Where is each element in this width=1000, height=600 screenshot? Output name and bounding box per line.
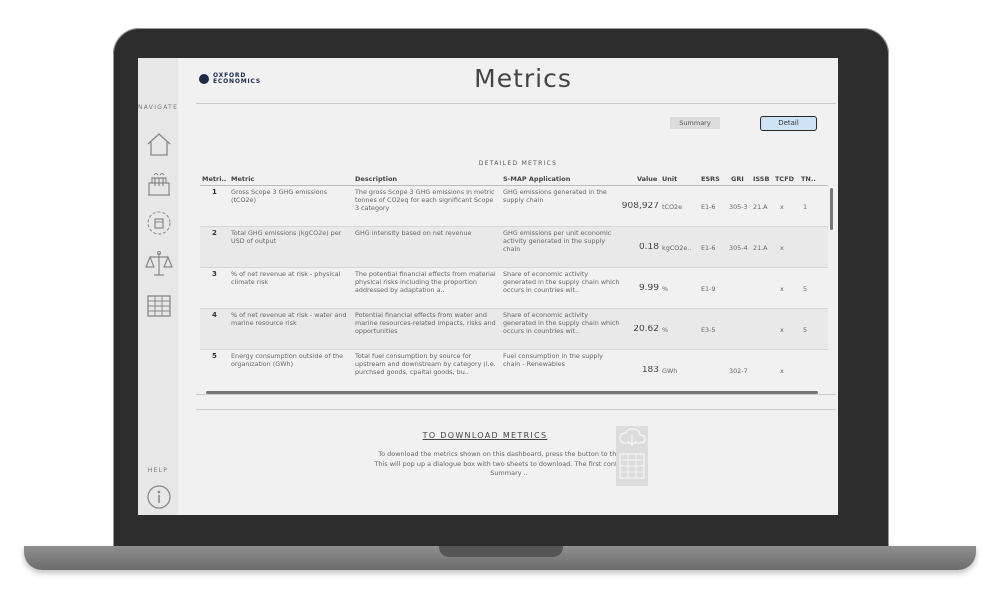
metric-cell: Energy consumption outside of the organi… [231,352,344,368]
issb-cell: 21.A [753,203,768,211]
factory-icon[interactable] [144,169,174,199]
gri-cell: 305-4 [729,244,748,252]
oxford-economics-logo: OXFORD ECONOMICS [199,68,269,90]
table-icon[interactable] [144,291,174,321]
description-cell: The gross Scope 3 GHG emissions in metri… [355,188,495,212]
section-divider [196,409,836,410]
row-id: 3 [212,270,217,278]
detail-button[interactable]: Detail [760,116,817,131]
row-id: 4 [212,311,217,319]
column-header[interactable]: TCFD [775,175,794,183]
tcfd-cell: x [780,367,784,375]
esrs-cell: E1-6 [701,244,716,252]
description-cell: Total fuel consumption by source for ups… [355,352,496,376]
column-header[interactable]: GRI [731,175,744,183]
column-header[interactable]: Value [637,175,657,183]
unit-cell: kgCO2e.. [662,244,692,252]
table-row[interactable]: 3 % of net revenue at risk - physical cl… [200,268,828,309]
value-cell: 0.18 [638,243,659,251]
column-header[interactable]: ISSB [753,175,769,183]
scrollbar-track [196,394,836,395]
tcfd-cell: x [780,326,784,334]
tcfd-cell: x [780,203,784,211]
column-header[interactable]: ESRS [701,175,720,183]
info-icon[interactable] [144,482,174,512]
description-cell: The potential financial effects from mat… [355,270,496,294]
esrs-cell: E1-6 [701,203,716,211]
description-cell: GHG intensity based on net revenue [355,229,472,237]
table-row[interactable]: 1 Gross Scope 3 GHG emissions (tCO2e) Th… [200,186,828,227]
download-spreadsheet-icon[interactable] [616,426,648,486]
laptop-notch [439,546,563,557]
row-id: 5 [212,352,217,360]
column-header[interactable]: TN.. [801,175,816,183]
tcfd-cell: x [780,285,784,293]
metric-cell: % of net revenue at risk - physical clim… [231,270,341,286]
vertical-scrollbar[interactable] [830,188,833,230]
column-header[interactable]: Metric [231,175,254,183]
description-cell: Potential financial effects from water a… [355,311,496,335]
table-title: DETAILED METRICS [478,160,558,167]
value-cell: 20.62 [633,325,659,333]
header-divider [196,103,836,104]
tn-cell: 5 [803,326,808,334]
column-header[interactable]: Metri.. [202,175,226,183]
download-title: TO DOWNLOAD METRICS [422,431,548,440]
tn-cell: 5 [803,285,808,293]
table-row[interactable]: 4 % of net revenue at risk - water and m… [200,309,828,350]
metric-cell: % of net revenue at risk - water and mar… [231,311,347,327]
column-header[interactable]: S-MAP Application [503,175,570,183]
issb-cell: 21.A [753,244,768,252]
column-header[interactable]: Description [355,175,397,183]
nav-label: NAVIGATE [138,104,179,111]
value-cell: 183 [641,366,659,374]
home-icon[interactable] [144,129,174,159]
nav-rail: NAVIGATE HELP [138,58,178,515]
unit-cell: % [662,326,669,334]
metric-cell: Total GHG emissions (kgCO2e) per USD of … [231,229,342,245]
esrs-cell: E1-9 [701,285,716,293]
tcfd-cell: x [780,244,784,252]
summary-button[interactable]: Summary [670,117,720,129]
metric-cell: Gross Scope 3 GHG emissions (tCO2e) [231,188,328,204]
column-header[interactable]: Unit [662,175,677,183]
logo-line-2: ECONOMICS [213,78,261,85]
tn-cell: 1 [803,203,808,211]
value-cell: 908,927 [621,202,659,210]
unit-cell: tCO2e [662,203,682,211]
table-row[interactable]: 5 Energy consumption outside of the orga… [200,350,828,386]
download-instructions: To download the metrics shown on this da… [374,450,644,477]
supply-chain-icon[interactable] [144,208,174,238]
table-header: Metri.. Metric Description S-MAP Applica… [200,175,828,185]
help-label: HELP [147,467,169,474]
gri-cell: 305-3 [729,203,748,211]
globe-icon [199,74,209,84]
table-row[interactable]: 2 Total GHG emissions (kgCO2e) per USD o… [200,227,828,268]
value-cell: 9.99 [638,284,659,292]
row-id: 2 [212,229,217,237]
row-id: 1 [212,188,217,196]
dashboard-screen: NAVIGATE HELP OXFORD ECONOMICS Metrics S… [138,58,838,515]
gri-cell: 302-7 [729,367,748,375]
unit-cell: GWh [662,367,678,375]
unit-cell: % [662,285,669,293]
page-title: Metrics [474,64,572,93]
scales-icon[interactable] [144,249,174,279]
esrs-cell: E3-5 [701,326,716,334]
